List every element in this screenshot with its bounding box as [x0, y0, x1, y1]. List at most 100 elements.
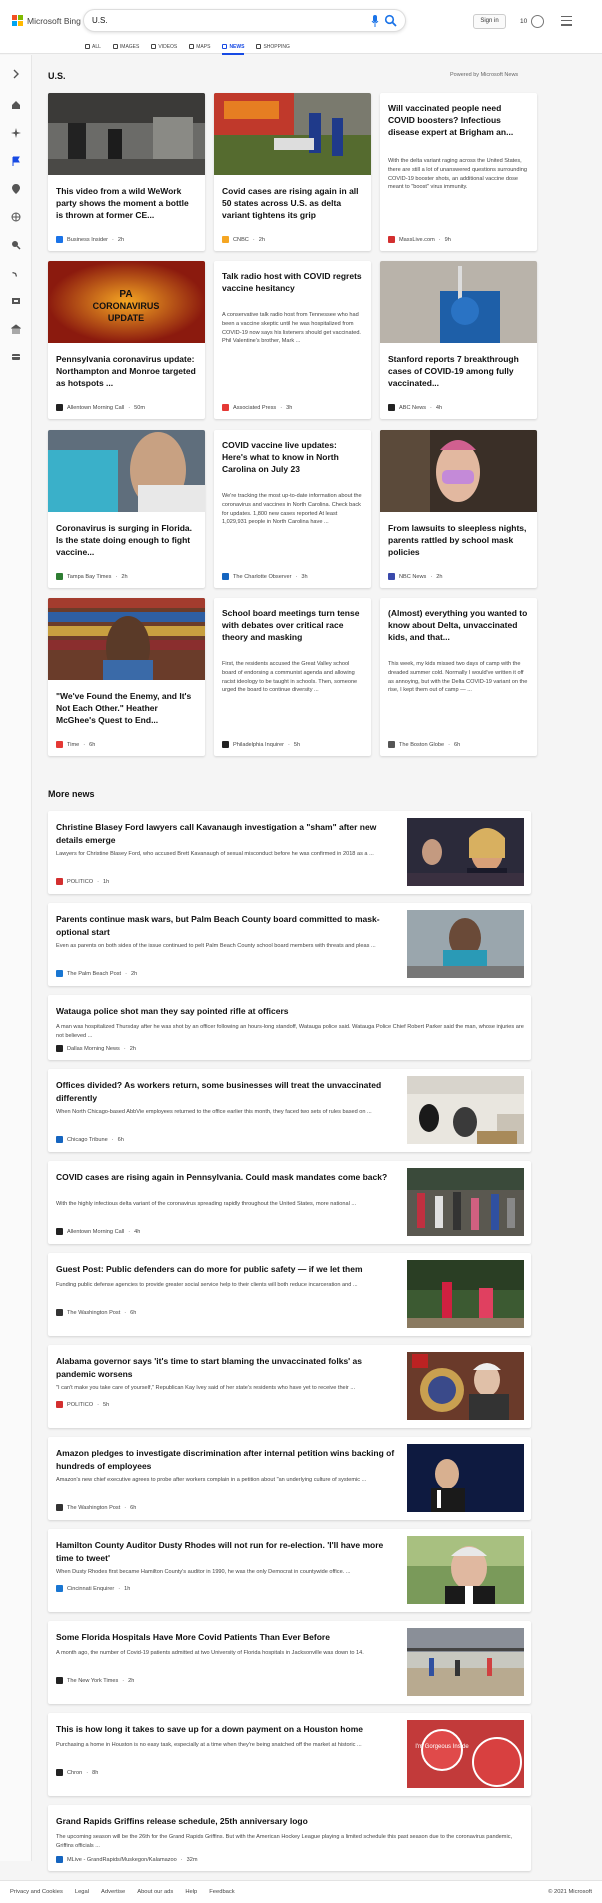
expand-arrow-icon[interactable] — [11, 69, 21, 79]
card-title[interactable]: "We've Found the Enemy, and It's Not Eac… — [56, 690, 197, 726]
news-title[interactable]: Some Florida Hospitals Have More Covid P… — [56, 1631, 401, 1644]
news-title[interactable]: Amazon pledges to investigate discrimina… — [56, 1447, 396, 1472]
search-input[interactable]: U.S. — [92, 16, 108, 25]
location-pin-icon[interactable] — [11, 184, 21, 194]
news-title[interactable]: Christine Blasey Ford lawyers call Kavan… — [56, 821, 396, 846]
news-card[interactable]: Stanford reports 7 breakthrough cases of… — [380, 261, 537, 419]
footer-link-help[interactable]: Help — [185, 1889, 197, 1895]
section-title: U.S. — [48, 71, 66, 81]
card-snippet: A conservative talk radio host from Tenn… — [222, 312, 361, 345]
footer-link-feedback[interactable]: Feedback — [209, 1889, 234, 1895]
news-card[interactable]: "We've Found the Enemy, and It's Not Eac… — [48, 598, 205, 756]
search-small-icon — [85, 44, 90, 49]
card-snippet: This week, my kids missed two days of ca… — [388, 661, 528, 694]
news-title[interactable]: Alabama governor says 'it's time to star… — [56, 1355, 401, 1380]
bank-icon[interactable] — [11, 324, 21, 334]
news-title[interactable]: Hamilton County Auditor Dusty Rhodes wil… — [56, 1539, 401, 1564]
publisher-icon — [222, 573, 229, 580]
news-card[interactable]: From lawsuits to sleepless nights, paren… — [380, 430, 537, 588]
news-list-item[interactable]: Watauga police shot man they say pointed… — [48, 995, 531, 1060]
article-image — [48, 93, 205, 175]
card-title[interactable]: COVID vaccine live updates: Here's what … — [222, 439, 363, 475]
news-title[interactable]: Grand Rapids Griffins release schedule, … — [56, 1815, 526, 1828]
news-list-item[interactable]: Hamilton County Auditor Dusty Rhodes wil… — [48, 1529, 531, 1612]
flag-icon[interactable] — [11, 156, 21, 166]
search-icon[interactable] — [384, 14, 397, 27]
card-title[interactable]: From lawsuits to sleepless nights, paren… — [388, 522, 529, 558]
news-card[interactable]: PA CORONAVIRUS UPDATE Pennsylvania coronav… — [48, 261, 205, 419]
menu-icon[interactable] — [561, 16, 572, 29]
home-icon[interactable] — [11, 100, 21, 110]
tab-shopping[interactable]: SHOPPING — [256, 41, 290, 52]
microphone-icon[interactable] — [371, 15, 379, 27]
powered-by-label[interactable]: Powered by Microsoft News — [450, 72, 518, 78]
news-list-item[interactable]: Amazon pledges to investigate discrimina… — [48, 1437, 531, 1520]
news-title[interactable]: This is how long it takes to save up for… — [56, 1723, 401, 1736]
news-snippet: Lawyers for Christine Blasey Ford, who a… — [56, 851, 374, 857]
footer-link-privacy[interactable]: Privacy and Cookies — [10, 1889, 63, 1895]
news-card[interactable]: COVID vaccine live updates: Here's what … — [214, 430, 371, 588]
trophy-icon — [531, 15, 545, 28]
news-card[interactable]: Coronavirus is surging in Florida. Is th… — [48, 430, 205, 588]
news-list-item[interactable]: Parents continue mask wars, but Palm Bea… — [48, 903, 531, 986]
bing-logo[interactable]: Microsoft Bing — [12, 15, 81, 26]
card-icon[interactable] — [11, 352, 21, 362]
card-title[interactable]: Stanford reports 7 breakthrough cases of… — [388, 353, 529, 389]
footer-link-about-ads[interactable]: About our ads — [137, 1889, 173, 1895]
footer-link-advertise[interactable]: Advertise — [101, 1889, 125, 1895]
news-card[interactable]: School board meetings turn tense with de… — [214, 598, 371, 756]
tab-all[interactable]: ALL — [85, 41, 101, 52]
tab-videos[interactable]: VIDEOS — [151, 41, 177, 52]
search-box[interactable]: U.S. — [83, 9, 406, 32]
news-card[interactable]: Talk radio host with COVID regrets vacci… — [214, 261, 371, 419]
news-list-item[interactable]: COVID cases are rising again in Pennsylv… — [48, 1161, 531, 1244]
news-list-item[interactable]: Grand Rapids Griffins release schedule, … — [48, 1805, 531, 1871]
footer-link-legal[interactable]: Legal — [75, 1889, 89, 1895]
news-thumbnail — [407, 818, 524, 886]
news-card[interactable]: (Almost) everything you wanted to know a… — [380, 598, 537, 756]
tab-maps[interactable]: MAPS — [189, 41, 210, 52]
card-title[interactable]: This video from a wild WeWork party show… — [56, 185, 197, 221]
publisher-icon — [56, 236, 63, 243]
publisher-icon — [56, 404, 63, 411]
news-card[interactable]: Covid cases are rising again in all 50 s… — [214, 93, 371, 251]
news-list-item[interactable]: Some Florida Hospitals Have More Covid P… — [48, 1621, 531, 1704]
news-list-item[interactable]: Alabama governor says 'it's time to star… — [48, 1345, 531, 1428]
article-image — [48, 430, 205, 512]
card-title[interactable]: Coronavirus is surging in Florida. Is th… — [56, 522, 197, 558]
news-thumbnail — [407, 1536, 524, 1604]
article-image — [380, 430, 537, 512]
tab-images[interactable]: IMAGES — [112, 41, 139, 52]
rocket-icon[interactable] — [11, 268, 21, 278]
news-card[interactable]: Will vaccinated people need COVID booste… — [380, 93, 537, 251]
card-title[interactable]: Talk radio host with COVID regrets vacci… — [222, 270, 363, 294]
sports-icon[interactable] — [11, 240, 21, 250]
news-list-item[interactable]: Offices divided? As workers return, some… — [48, 1069, 531, 1152]
news-source: Allentown Morning Call · 4h — [56, 1228, 140, 1235]
card-title[interactable]: Will vaccinated people need COVID booste… — [388, 102, 529, 138]
globe-icon[interactable] — [11, 212, 21, 222]
news-title[interactable]: Offices divided? As workers return, some… — [56, 1079, 401, 1104]
news-title[interactable]: COVID cases are rising again in Pennsylv… — [56, 1171, 401, 1184]
tab-news[interactable]: NEWS — [222, 41, 245, 55]
sparkle-icon[interactable] — [11, 128, 21, 138]
news-title[interactable]: Guest Post: Public defenders can do more… — [56, 1263, 401, 1276]
card-title[interactable]: Pennsylvania coronavirus update: Northam… — [56, 353, 197, 389]
news-list-item[interactable]: Guest Post: Public defenders can do more… — [48, 1253, 531, 1336]
news-snippet: A month ago, the number of Covid-19 pati… — [56, 1650, 364, 1656]
sign-in-button[interactable]: Sign in — [473, 14, 506, 29]
news-list-item[interactable]: This is how long it takes to save up for… — [48, 1713, 531, 1796]
news-source: POLITICO · 1h — [56, 878, 109, 885]
news-card[interactable]: This video from a wild WeWork party show… — [48, 93, 205, 251]
news-list-item[interactable]: Christine Blasey Ford lawyers call Kavan… — [48, 811, 531, 894]
publisher-icon — [56, 970, 63, 977]
card-title[interactable]: (Almost) everything you wanted to know a… — [388, 607, 529, 643]
card-title[interactable]: Covid cases are rising again in all 50 s… — [222, 185, 363, 221]
microsoft-logo-icon — [12, 15, 23, 26]
article-image: PACORONAVIRUS UPDATE — [48, 261, 205, 343]
news-title[interactable]: Parents continue mask wars, but Palm Bea… — [56, 913, 401, 938]
news-title[interactable]: Watauga police shot man they say pointed… — [56, 1005, 526, 1018]
rewards-button[interactable]: 10 — [520, 15, 545, 28]
card-title[interactable]: School board meetings turn tense with de… — [222, 607, 363, 643]
entertainment-icon[interactable] — [11, 296, 21, 306]
